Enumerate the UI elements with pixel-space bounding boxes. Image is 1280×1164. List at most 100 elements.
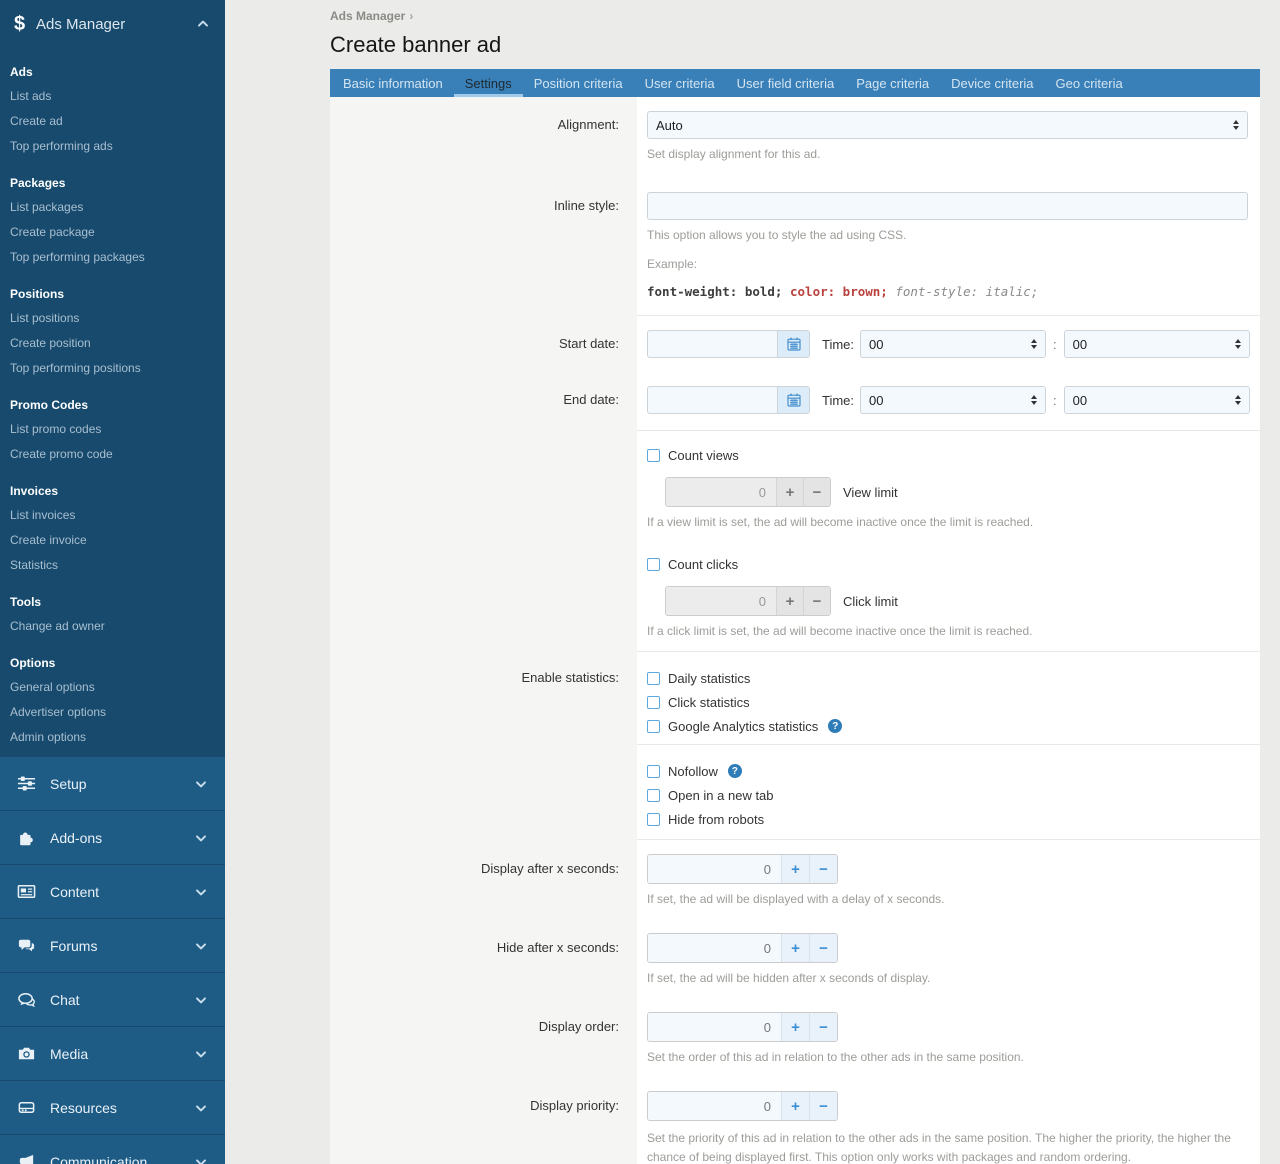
- sidebar-link-top-performing-positions[interactable]: Top performing positions: [0, 356, 225, 381]
- daily-statistics-checkbox[interactable]: [647, 672, 660, 685]
- google-analytics-statistics-checkbox[interactable]: [647, 720, 660, 733]
- minus-button[interactable]: −: [809, 1013, 837, 1041]
- end-date-input[interactable]: [647, 386, 777, 414]
- sidebar-link-list-promo-codes[interactable]: List promo codes: [0, 417, 225, 442]
- open-new-tab-label: Open in a new tab: [668, 788, 774, 803]
- tab-user-criteria[interactable]: User criteria: [634, 69, 726, 97]
- minus-button[interactable]: −: [809, 855, 837, 883]
- alignment-select[interactable]: Auto: [647, 111, 1248, 139]
- help-icon[interactable]: ?: [828, 719, 842, 733]
- select-arrows-icon: [1031, 339, 1037, 349]
- sidebar-link-list-ads[interactable]: List ads: [0, 84, 225, 109]
- plus-button[interactable]: +: [781, 1092, 809, 1120]
- hide-after-input[interactable]: [648, 934, 781, 962]
- sidebar-item-resources[interactable]: Resources: [0, 1080, 225, 1134]
- inline-style-example-label: Example:: [647, 257, 1248, 272]
- display-after-input[interactable]: [648, 855, 781, 883]
- tab-basic-information[interactable]: Basic information: [332, 69, 454, 97]
- sidebar-item-media[interactable]: Media: [0, 1026, 225, 1080]
- end-hour-select[interactable]: 00: [860, 386, 1046, 414]
- click-limit-input[interactable]: [666, 587, 776, 615]
- chat-icon: [16, 990, 36, 1010]
- help-icon[interactable]: ?: [728, 764, 742, 778]
- sidebar-link-admin-options[interactable]: Admin options: [0, 725, 225, 750]
- view-limit-stepper: + −: [665, 477, 831, 507]
- minus-button[interactable]: −: [809, 934, 837, 962]
- sidebar-item-content[interactable]: Content: [0, 864, 225, 918]
- sidebar-nav: Ads List ads Create ad Top performing ad…: [0, 60, 225, 756]
- sidebar-item-chat[interactable]: Chat: [0, 972, 225, 1026]
- sidebar-link-advertiser-options[interactable]: Advertiser options: [0, 700, 225, 725]
- select-arrows-icon: [1233, 120, 1239, 130]
- start-hour-select[interactable]: 00: [860, 330, 1046, 358]
- sidebar-section-packages: Packages List packages Create package To…: [0, 171, 225, 270]
- click-statistics-checkbox[interactable]: [647, 696, 660, 709]
- sidebar-item-communication[interactable]: Communication: [0, 1134, 225, 1164]
- sidebar-link-create-ad[interactable]: Create ad: [0, 109, 225, 134]
- sidebar-section-invoices: Invoices List invoices Create invoice St…: [0, 479, 225, 578]
- tab-position-criteria[interactable]: Position criteria: [523, 69, 634, 97]
- plus-button[interactable]: +: [781, 934, 809, 962]
- plus-button[interactable]: +: [776, 587, 803, 615]
- module-label: Communication: [50, 1154, 179, 1164]
- sidebar-link-top-performing-packages[interactable]: Top performing packages: [0, 245, 225, 270]
- select-arrows-icon: [1235, 395, 1241, 405]
- sidebar-link-general-options[interactable]: General options: [0, 675, 225, 700]
- sidebar-modules: Setup Add-ons Content Forums: [0, 756, 225, 1164]
- sidebar-link-list-positions[interactable]: List positions: [0, 306, 225, 331]
- tab-page-criteria[interactable]: Page criteria: [845, 69, 940, 97]
- start-date-input[interactable]: [647, 330, 777, 358]
- start-minute-select[interactable]: 00: [1064, 330, 1250, 358]
- sidebar-item-add-ons[interactable]: Add-ons: [0, 810, 225, 864]
- sidebar: $ Ads Manager Ads List ads Create ad Top…: [0, 0, 225, 1164]
- minus-button[interactable]: −: [803, 478, 830, 506]
- sidebar-link-statistics[interactable]: Statistics: [0, 553, 225, 578]
- select-arrows-icon: [1031, 395, 1037, 405]
- calendar-icon[interactable]: [777, 386, 810, 414]
- sidebar-link-create-invoice[interactable]: Create invoice: [0, 528, 225, 553]
- breadcrumb-ads-manager[interactable]: Ads Manager: [330, 9, 405, 23]
- count-clicks-checkbox[interactable]: [647, 558, 660, 571]
- chevron-down-icon: [193, 1100, 209, 1116]
- chevron-up-icon: [195, 16, 211, 32]
- row-count-views: Count views + − View limit If a view lim…: [330, 431, 1260, 540]
- display-priority-input[interactable]: [648, 1092, 781, 1120]
- sidebar-link-list-invoices[interactable]: List invoices: [0, 503, 225, 528]
- google-analytics-statistics-label: Google Analytics statistics: [668, 719, 818, 734]
- hide-from-robots-checkbox[interactable]: [647, 813, 660, 826]
- breadcrumb[interactable]: Ads Manager›: [225, 0, 1280, 23]
- sidebar-section-tools: Tools Change ad owner: [0, 590, 225, 639]
- nofollow-checkbox[interactable]: [647, 765, 660, 778]
- sidebar-link-change-ad-owner[interactable]: Change ad owner: [0, 614, 225, 639]
- hide-after-hint: If set, the ad will be hidden after x se…: [647, 971, 1248, 986]
- calendar-icon[interactable]: [777, 330, 810, 358]
- inline-style-input[interactable]: [647, 192, 1248, 220]
- tab-user-field-criteria[interactable]: User field criteria: [726, 69, 846, 97]
- plus-button[interactable]: +: [781, 855, 809, 883]
- display-order-input[interactable]: [648, 1013, 781, 1041]
- flags-spacer: [330, 745, 637, 840]
- tab-device-criteria[interactable]: Device criteria: [940, 69, 1044, 97]
- view-limit-input[interactable]: [666, 478, 776, 506]
- minus-button[interactable]: −: [809, 1092, 837, 1120]
- sidebar-link-create-package[interactable]: Create package: [0, 220, 225, 245]
- sidebar-link-create-promo-code[interactable]: Create promo code: [0, 442, 225, 467]
- end-time-label: Time:: [822, 393, 854, 408]
- sidebar-section-promo-codes: Promo Codes List promo codes Create prom…: [0, 393, 225, 467]
- sidebar-item-forums[interactable]: Forums: [0, 918, 225, 972]
- sidebar-link-create-position[interactable]: Create position: [0, 331, 225, 356]
- minus-button[interactable]: −: [803, 587, 830, 615]
- open-new-tab-checkbox[interactable]: [647, 789, 660, 802]
- count-views-checkbox[interactable]: [647, 449, 660, 462]
- display-priority-hint: Set the priority of this ad in relation …: [647, 1129, 1248, 1164]
- plus-button[interactable]: +: [781, 1013, 809, 1041]
- end-minute-select[interactable]: 00: [1064, 386, 1250, 414]
- plus-button[interactable]: +: [776, 478, 803, 506]
- display-priority-stepper: + −: [647, 1091, 838, 1121]
- sidebar-link-top-performing-ads[interactable]: Top performing ads: [0, 134, 225, 159]
- tab-settings[interactable]: Settings: [454, 69, 523, 97]
- sidebar-link-list-packages[interactable]: List packages: [0, 195, 225, 220]
- tab-geo-criteria[interactable]: Geo criteria: [1045, 69, 1134, 97]
- sidebar-item-setup[interactable]: Setup: [0, 756, 225, 810]
- sidebar-header-ads-manager[interactable]: $ Ads Manager: [0, 0, 225, 48]
